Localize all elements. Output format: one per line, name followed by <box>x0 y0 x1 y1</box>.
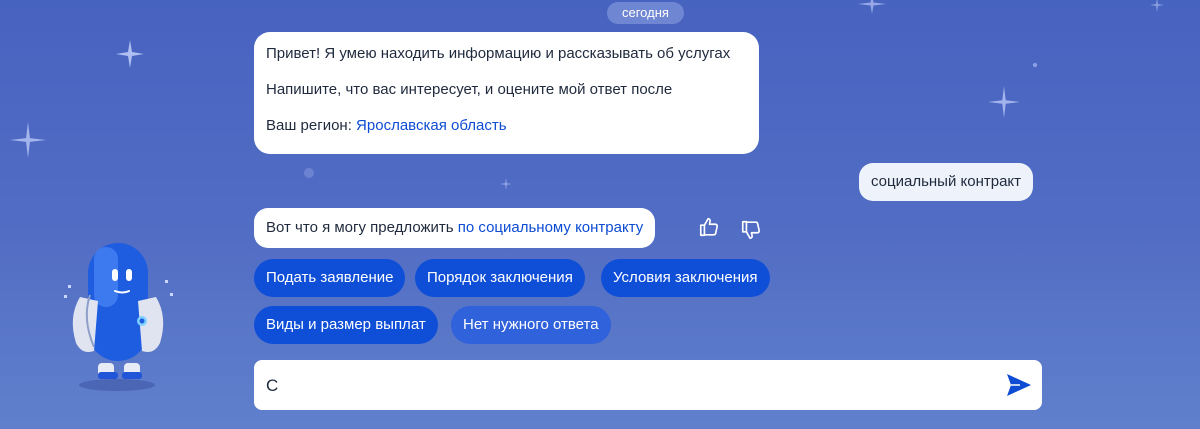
user-message: социальный контракт <box>859 163 1034 201</box>
bot-greeting-message: Привет! Я умею находить информацию и рас… <box>254 32 759 154</box>
greeting-line-2: Напишите, что вас интересует, и оцените … <box>266 81 673 98</box>
quick-reply-no-answer[interactable]: Нет нужного ответа <box>451 306 611 344</box>
sparkle-decoration <box>858 0 886 14</box>
quick-reply-submit-application[interactable]: Подать заявление <box>254 259 406 297</box>
date-separator: сегодня <box>607 2 684 24</box>
sparkle-decoration <box>10 122 46 158</box>
sparkle-decoration <box>304 168 314 178</box>
quick-reply-conditions[interactable]: Условия заключения <box>601 259 770 297</box>
offer-link[interactable]: по социальному контракту <box>458 219 643 236</box>
region-line: Ваш регион: Ярославская область <box>266 116 747 136</box>
sparkle-decoration <box>1032 62 1038 68</box>
sparkle-decoration <box>500 178 512 190</box>
robot-assistant-icon <box>64 243 173 391</box>
offer-text: Вот что я могу предложить <box>266 219 458 236</box>
quick-reply-payments[interactable]: Виды и размер выплат <box>254 306 438 344</box>
greeting-line-1: Привет! Я умею находить информацию и рас… <box>266 45 731 62</box>
bot-offer-message: Вот что я могу предложить по социальному… <box>254 208 656 248</box>
thumbs-down-icon[interactable] <box>740 219 762 241</box>
region-label: Ваш регион: <box>266 117 357 134</box>
sparkle-decoration <box>116 40 144 68</box>
message-input[interactable] <box>264 360 988 412</box>
thumbs-up-icon[interactable] <box>698 216 720 238</box>
send-arrow-icon[interactable] <box>1006 373 1032 397</box>
sparkle-decoration <box>988 86 1020 118</box>
message-input-box <box>254 360 1042 412</box>
region-link[interactable]: Ярославская область <box>356 117 506 134</box>
sparkle-decoration <box>1150 0 1164 12</box>
quick-reply-procedure[interactable]: Порядок заключения <box>415 259 585 297</box>
